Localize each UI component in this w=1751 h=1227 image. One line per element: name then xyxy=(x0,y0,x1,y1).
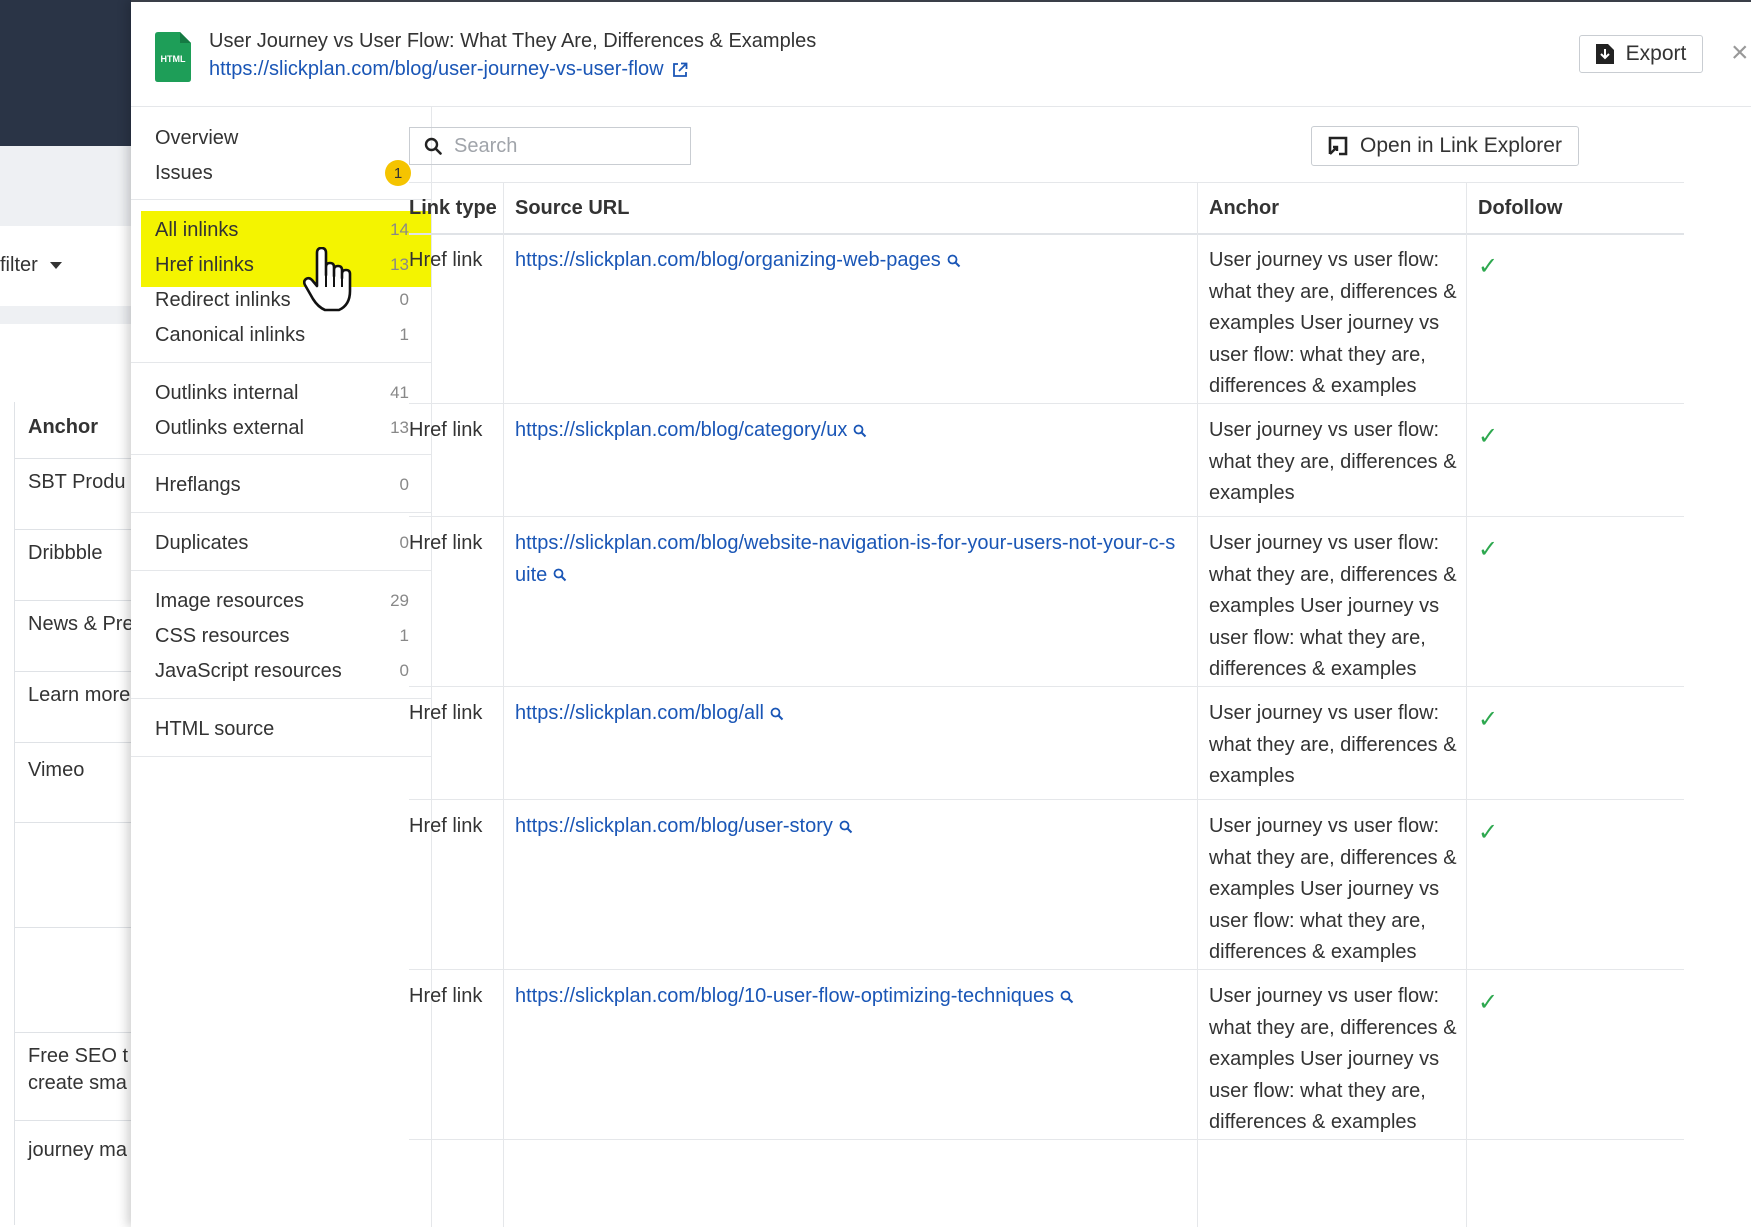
background-row xyxy=(14,927,140,1033)
filter-label: filter xyxy=(0,254,38,276)
background-divider xyxy=(0,306,140,324)
sidebar-item-hreflangs[interactable]: Hreflangs 0 xyxy=(155,470,413,500)
sidebar-item-outlinks-external[interactable]: Outlinks external 13 xyxy=(155,413,413,443)
column-header-link-type[interactable]: Link type xyxy=(409,197,497,220)
magnifier-icon[interactable] xyxy=(853,424,867,438)
background-row: Learn more xyxy=(14,671,140,743)
background-row xyxy=(14,822,140,928)
background-filter-dropdown[interactable]: filter xyxy=(0,254,62,277)
column-header-dofollow[interactable]: Dofollow xyxy=(1478,197,1562,220)
download-icon xyxy=(1595,44,1614,64)
source-url-link[interactable]: https://slickplan.com/blog/all xyxy=(515,698,1235,730)
background-row: Dribbble xyxy=(14,529,140,601)
background-row: journey ma xyxy=(14,1120,140,1225)
magnifier-icon[interactable] xyxy=(1060,990,1074,1004)
background-row: SBT Produ xyxy=(14,458,140,530)
sidebar-item-css-resources[interactable]: CSS resources 1 xyxy=(155,621,413,651)
svg-text:HTML: HTML xyxy=(161,54,186,64)
source-url-link[interactable]: https://slickplan.com/blog/10-user-flow-… xyxy=(515,981,1235,1013)
export-button[interactable]: Export xyxy=(1579,35,1703,73)
anchor-text-cell: User journey vs user flow: what they are… xyxy=(1209,985,1457,1133)
source-url-link[interactable]: https://slickplan.com/blog/user-story xyxy=(515,811,1235,843)
background-page: filter Anchor SBT Produ Dribbble News & … xyxy=(0,0,140,1225)
link-type-cell: Href link xyxy=(409,419,483,441)
page-title: User Journey vs User Flow: What They Are… xyxy=(209,30,817,52)
search-icon xyxy=(424,137,442,155)
dofollow-check-icon: ✓ xyxy=(1478,989,1499,1016)
background-row: News & Pre xyxy=(14,600,140,672)
column-header-source-url[interactable]: Source URL xyxy=(515,197,629,220)
sidebar-item-all-inlinks[interactable]: All inlinks 14 xyxy=(155,215,413,245)
dofollow-check-icon: ✓ xyxy=(1478,706,1499,733)
sidebar-item-redirect-inlinks[interactable]: Redirect inlinks 0 xyxy=(155,285,413,315)
search-input[interactable] xyxy=(454,134,674,158)
table-row: Href link https://slickplan.com/blog/web… xyxy=(409,516,1684,687)
link-type-cell: Href link xyxy=(409,815,483,837)
background-toolbar xyxy=(0,146,140,226)
dofollow-check-icon: ✓ xyxy=(1478,253,1499,280)
hand-cursor-icon xyxy=(303,247,352,312)
magnifier-icon[interactable] xyxy=(947,254,961,268)
background-row: Vimeo xyxy=(14,742,140,823)
sidebar-item-html-source[interactable]: HTML source xyxy=(155,714,413,744)
sidebar-item-javascript-resources[interactable]: JavaScript resources 0 xyxy=(155,656,413,686)
issues-count-badge: 1 xyxy=(385,160,411,186)
source-url-link[interactable]: https://slickplan.com/blog/organizing-we… xyxy=(515,245,1235,277)
background-anchor-header: Anchor xyxy=(28,416,98,438)
page-url-link[interactable]: https://slickplan.com/blog/user-journey-… xyxy=(209,58,688,81)
table-row: Href link https://slickplan.com/blog/use… xyxy=(409,799,1684,970)
table-row: Href link https://slickplan.com/blog/10-… xyxy=(409,969,1684,1140)
sidebar-item-outlinks-internal[interactable]: Outlinks internal 41 xyxy=(155,378,413,408)
link-type-cell: Href link xyxy=(409,249,483,271)
link-type-cell: Href link xyxy=(409,532,483,554)
table-row: Href link https://slickplan.com/blog/cat… xyxy=(409,403,1684,517)
html-file-icon: HTML xyxy=(155,32,191,82)
sidebar-item-image-resources[interactable]: Image resources 29 xyxy=(155,586,413,616)
magnifier-icon[interactable] xyxy=(770,707,784,721)
source-url-link[interactable]: https://slickplan.com/blog/category/ux xyxy=(515,415,1235,447)
link-type-cell: Href link xyxy=(409,985,483,1007)
modal-sidebar: Overview Issues 1 All inlinks 14 Href in… xyxy=(131,107,432,1227)
anchor-text-cell: User journey vs user flow: what they are… xyxy=(1209,702,1457,787)
link-details-modal: HTML User Journey vs User Flow: What The… xyxy=(131,0,1751,1227)
open-external-icon xyxy=(1328,136,1348,156)
sidebar-item-issues[interactable]: Issues 1 xyxy=(155,158,413,188)
link-type-cell: Href link xyxy=(409,702,483,724)
external-link-icon[interactable] xyxy=(672,62,688,78)
export-label: Export xyxy=(1625,42,1687,65)
background-header xyxy=(0,0,140,146)
source-url-link[interactable]: https://slickplan.com/blog/website-navig… xyxy=(515,528,1185,591)
anchor-text-cell: User journey vs user flow: what they are… xyxy=(1209,532,1457,680)
dofollow-check-icon: ✓ xyxy=(1478,536,1499,563)
sidebar-item-duplicates[interactable]: Duplicates 0 xyxy=(155,528,413,558)
caret-down-icon xyxy=(49,262,62,269)
search-box[interactable] xyxy=(409,127,691,165)
open-in-link-explorer-label: Open in Link Explorer xyxy=(1360,134,1562,157)
sidebar-item-overview[interactable]: Overview xyxy=(155,123,413,153)
anchor-text-cell: User journey vs user flow: what they are… xyxy=(1209,249,1457,397)
magnifier-icon[interactable] xyxy=(839,820,853,834)
open-in-link-explorer-button[interactable]: Open in Link Explorer xyxy=(1311,126,1579,166)
anchor-text-cell: User journey vs user flow: what they are… xyxy=(1209,419,1457,504)
table-header: Link type Source URL Anchor Dofollow xyxy=(409,182,1684,235)
dofollow-check-icon: ✓ xyxy=(1478,423,1499,450)
modal-header: HTML User Journey vs User Flow: What The… xyxy=(131,2,1751,107)
table-row: Href link https://slickplan.com/blog/all… xyxy=(409,686,1684,800)
table-row: Href link https://slickplan.com/blog/org… xyxy=(409,233,1684,404)
close-icon[interactable]: × xyxy=(1731,38,1749,68)
sidebar-item-canonical-inlinks[interactable]: Canonical inlinks 1 xyxy=(155,320,413,350)
magnifier-icon[interactable] xyxy=(553,568,567,582)
background-row: Free SEO t create sma xyxy=(14,1032,140,1121)
anchor-text-cell: User journey vs user flow: what they are… xyxy=(1209,815,1457,963)
dofollow-check-icon: ✓ xyxy=(1478,819,1499,846)
column-header-anchor[interactable]: Anchor xyxy=(1209,197,1279,220)
sidebar-item-href-inlinks[interactable]: Href inlinks 13 xyxy=(155,250,413,280)
